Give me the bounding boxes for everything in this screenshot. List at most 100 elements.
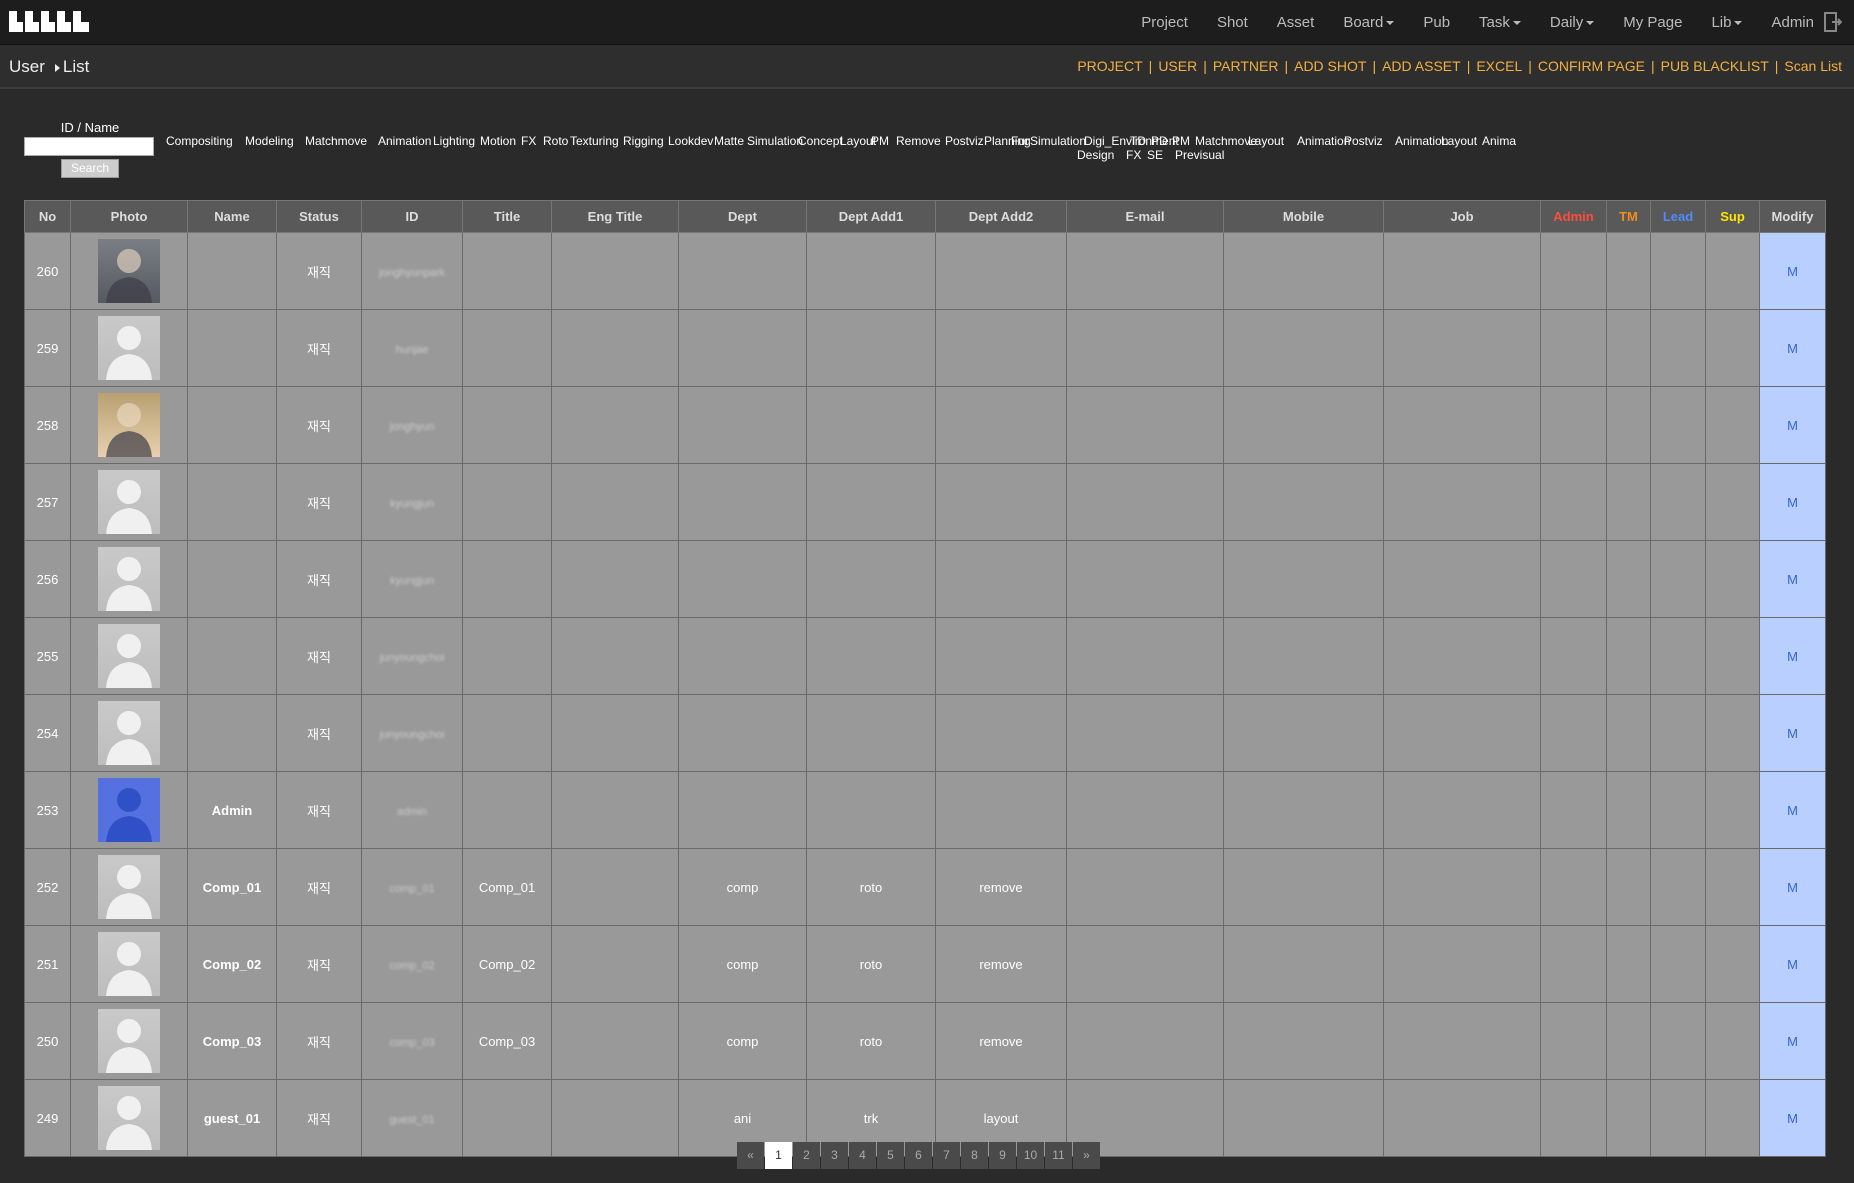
table-row[interactable]: 254 재직 junyoungchoi M xyxy=(24,694,1826,772)
filter-item[interactable]: Postviz xyxy=(945,134,984,148)
table-row[interactable]: 253 Admin 재직 admin M xyxy=(24,771,1826,849)
pagination-page-7[interactable]: 7 xyxy=(933,1142,960,1169)
col-header-id[interactable]: ID xyxy=(361,200,463,233)
action-link-scan-list[interactable]: Scan List xyxy=(1784,58,1842,74)
nav-item-pub[interactable]: Pub xyxy=(1423,14,1450,31)
col-header-modify[interactable]: Modify xyxy=(1759,200,1826,233)
col-header-no[interactable]: No xyxy=(24,200,71,233)
pagination-page-1[interactable]: 1 xyxy=(765,1142,792,1169)
col-header-eng-title[interactable]: Eng Title xyxy=(551,200,679,233)
modify-button[interactable]: M xyxy=(1759,694,1826,772)
col-header-sup[interactable]: Sup xyxy=(1705,200,1760,233)
filter-item[interactable]: Texturing xyxy=(570,134,619,148)
filter-item[interactable]: Compositing xyxy=(166,134,233,148)
table-row[interactable]: 256 재직 kyungjun M xyxy=(24,540,1826,618)
filter-item[interactable]: Motion xyxy=(480,134,516,148)
filter-item[interactable]: Matchmove xyxy=(305,134,367,148)
pagination-prev-button[interactable]: « xyxy=(737,1142,764,1169)
filter-item[interactable]: Simulation xyxy=(1030,134,1086,148)
modify-button[interactable]: M xyxy=(1759,1079,1826,1157)
table-row[interactable]: 258 재직 jonghyun M xyxy=(24,386,1826,464)
col-header-admin[interactable]: Admin xyxy=(1540,200,1607,233)
action-link-project[interactable]: PROJECT xyxy=(1077,58,1142,74)
filter-item[interactable]: Remove xyxy=(896,134,941,148)
nav-item-asset[interactable]: Asset xyxy=(1277,14,1315,31)
logo[interactable] xyxy=(9,9,89,34)
pagination-page-2[interactable]: 2 xyxy=(793,1142,820,1169)
modify-button[interactable]: M xyxy=(1759,925,1826,1003)
action-link-partner[interactable]: PARTNER xyxy=(1213,58,1279,74)
modify-button[interactable]: M xyxy=(1759,386,1826,464)
filter-item[interactable]: Animation xyxy=(378,134,431,148)
filter-item[interactable]: Lighting xyxy=(433,134,475,148)
pagination-page-10[interactable]: 10 xyxy=(1017,1142,1044,1169)
filter-item[interactable]: Fur xyxy=(1011,134,1029,148)
col-header-dept-add1[interactable]: Dept Add1 xyxy=(806,200,936,233)
filter-item[interactable]: Modeling xyxy=(245,134,294,148)
modify-button[interactable]: M xyxy=(1759,1002,1826,1080)
pagination-page-5[interactable]: 5 xyxy=(877,1142,904,1169)
filter-item[interactable]: Rigging xyxy=(623,134,664,148)
search-button[interactable]: Search xyxy=(61,159,119,178)
modify-button[interactable]: M xyxy=(1759,232,1826,310)
table-row[interactable]: 251 Comp_02 재직 comp_02 Comp_02 comp roto remove… xyxy=(24,925,1826,1003)
pagination-page-8[interactable]: 8 xyxy=(961,1142,988,1169)
exit-icon[interactable] xyxy=(1824,12,1842,32)
modify-button[interactable]: M xyxy=(1759,540,1826,618)
filter-item[interactable]: Layout xyxy=(1248,134,1284,148)
col-header-e-mail[interactable]: E-mail xyxy=(1066,200,1224,233)
nav-item-shot[interactable]: Shot xyxy=(1217,14,1248,31)
search-input[interactable] xyxy=(24,137,154,156)
pagination-next-button[interactable]: » xyxy=(1073,1142,1100,1169)
col-header-photo[interactable]: Photo xyxy=(70,200,188,233)
col-header-dept[interactable]: Dept xyxy=(678,200,807,233)
modify-button[interactable]: M xyxy=(1759,848,1826,926)
modify-button[interactable]: M xyxy=(1759,463,1826,541)
filter-item[interactable]: PM xyxy=(1172,134,1190,148)
filter-item[interactable]: Anima xyxy=(1482,134,1516,148)
filter-item[interactable]: Simulation xyxy=(747,134,803,148)
action-link-excel[interactable]: EXCEL xyxy=(1476,58,1522,74)
col-header-mobile[interactable]: Mobile xyxy=(1223,200,1384,233)
pagination-page-6[interactable]: 6 xyxy=(905,1142,932,1169)
nav-item-my-page[interactable]: My Page xyxy=(1623,14,1682,31)
filter-item[interactable]: Previsual xyxy=(1175,148,1224,162)
pagination-page-4[interactable]: 4 xyxy=(849,1142,876,1169)
modify-button[interactable]: M xyxy=(1759,617,1826,695)
table-row[interactable]: 252 Comp_01 재직 comp_01 Comp_01 comp roto remove… xyxy=(24,848,1826,926)
action-link-user[interactable]: USER xyxy=(1158,58,1197,74)
pagination-page-9[interactable]: 9 xyxy=(989,1142,1016,1169)
col-header-status[interactable]: Status xyxy=(276,200,362,233)
filter-item[interactable]: Matte xyxy=(714,134,744,148)
action-link-add-shot[interactable]: ADD SHOT xyxy=(1294,58,1366,74)
pagination-page-11[interactable]: 11 xyxy=(1045,1142,1072,1169)
action-link-add-asset[interactable]: ADD ASSET xyxy=(1382,58,1461,74)
nav-item-admin[interactable]: Admin xyxy=(1771,14,1814,31)
table-row[interactable]: 260 재직 jonghyunpark M xyxy=(24,232,1826,310)
filter-item[interactable]: PD xyxy=(1151,134,1168,148)
table-row[interactable]: 255 재직 junyoungchoi M xyxy=(24,617,1826,695)
nav-item-project[interactable]: Project xyxy=(1141,14,1188,31)
filter-item[interactable]: Concept xyxy=(798,134,843,148)
modify-button[interactable]: M xyxy=(1759,309,1826,387)
modify-button[interactable]: M xyxy=(1759,771,1826,849)
action-link-confirm-page[interactable]: CONFIRM PAGE xyxy=(1538,58,1645,74)
col-header-tm[interactable]: TM xyxy=(1606,200,1651,233)
filter-item[interactable]: Design xyxy=(1077,148,1114,162)
filter-item[interactable]: PM xyxy=(871,134,889,148)
col-header-job[interactable]: Job xyxy=(1383,200,1541,233)
action-link-pub-blacklist[interactable]: PUB BLACKLIST xyxy=(1661,58,1769,74)
col-header-lead[interactable]: Lead xyxy=(1650,200,1706,233)
table-row[interactable]: 250 Comp_03 재직 comp_03 Comp_03 comp roto remove… xyxy=(24,1002,1826,1080)
breadcrumb-root[interactable]: User xyxy=(9,57,45,76)
col-header-dept-add2[interactable]: Dept Add2 xyxy=(935,200,1067,233)
table-row[interactable]: 257 재직 kyungjun M xyxy=(24,463,1826,541)
col-header-title[interactable]: Title xyxy=(462,200,552,233)
nav-item-daily[interactable]: Daily xyxy=(1550,14,1595,31)
pagination-page-3[interactable]: 3 xyxy=(821,1142,848,1169)
filter-item[interactable]: Postviz xyxy=(1344,134,1383,148)
nav-item-lib[interactable]: Lib xyxy=(1711,14,1743,31)
filter-item[interactable]: Animation xyxy=(1297,134,1350,148)
filter-item[interactable]: Layout xyxy=(1441,134,1477,148)
col-header-name[interactable]: Name xyxy=(187,200,277,233)
